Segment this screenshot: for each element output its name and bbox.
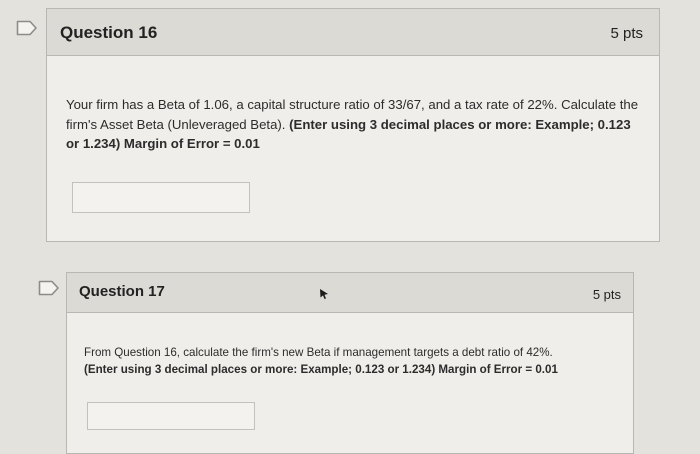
- mouse-cursor-icon: [318, 288, 330, 300]
- question-17-header: Question 17 5 pts: [67, 273, 633, 313]
- question-16-points: 5 pts: [610, 25, 643, 42]
- question-16-body: Your firm has a Beta of 1.06, a capital …: [66, 95, 646, 154]
- flag-question-16-icon[interactable]: [16, 20, 38, 36]
- question-17-text: From Question 16, calculate the firm's n…: [84, 346, 553, 359]
- question-16-header: Question 16 5 pts: [47, 9, 659, 56]
- question-16-card: Question 16 5 pts Your firm has a Beta o…: [46, 8, 660, 242]
- question-17-body: From Question 16, calculate the firm's n…: [84, 344, 614, 378]
- question-17-answer-input[interactable]: [87, 402, 255, 430]
- question-17-title: Question 17: [79, 283, 165, 300]
- question-16-answer-input[interactable]: [72, 182, 250, 213]
- flag-question-17-icon[interactable]: [38, 280, 60, 296]
- question-16-title: Question 16: [60, 23, 158, 42]
- question-17-instruction: (Enter using 3 decimal places or more: E…: [84, 363, 558, 376]
- question-17-points: 5 pts: [592, 287, 621, 302]
- question-17-card: Question 17 5 pts From Question 16, calc…: [66, 272, 634, 454]
